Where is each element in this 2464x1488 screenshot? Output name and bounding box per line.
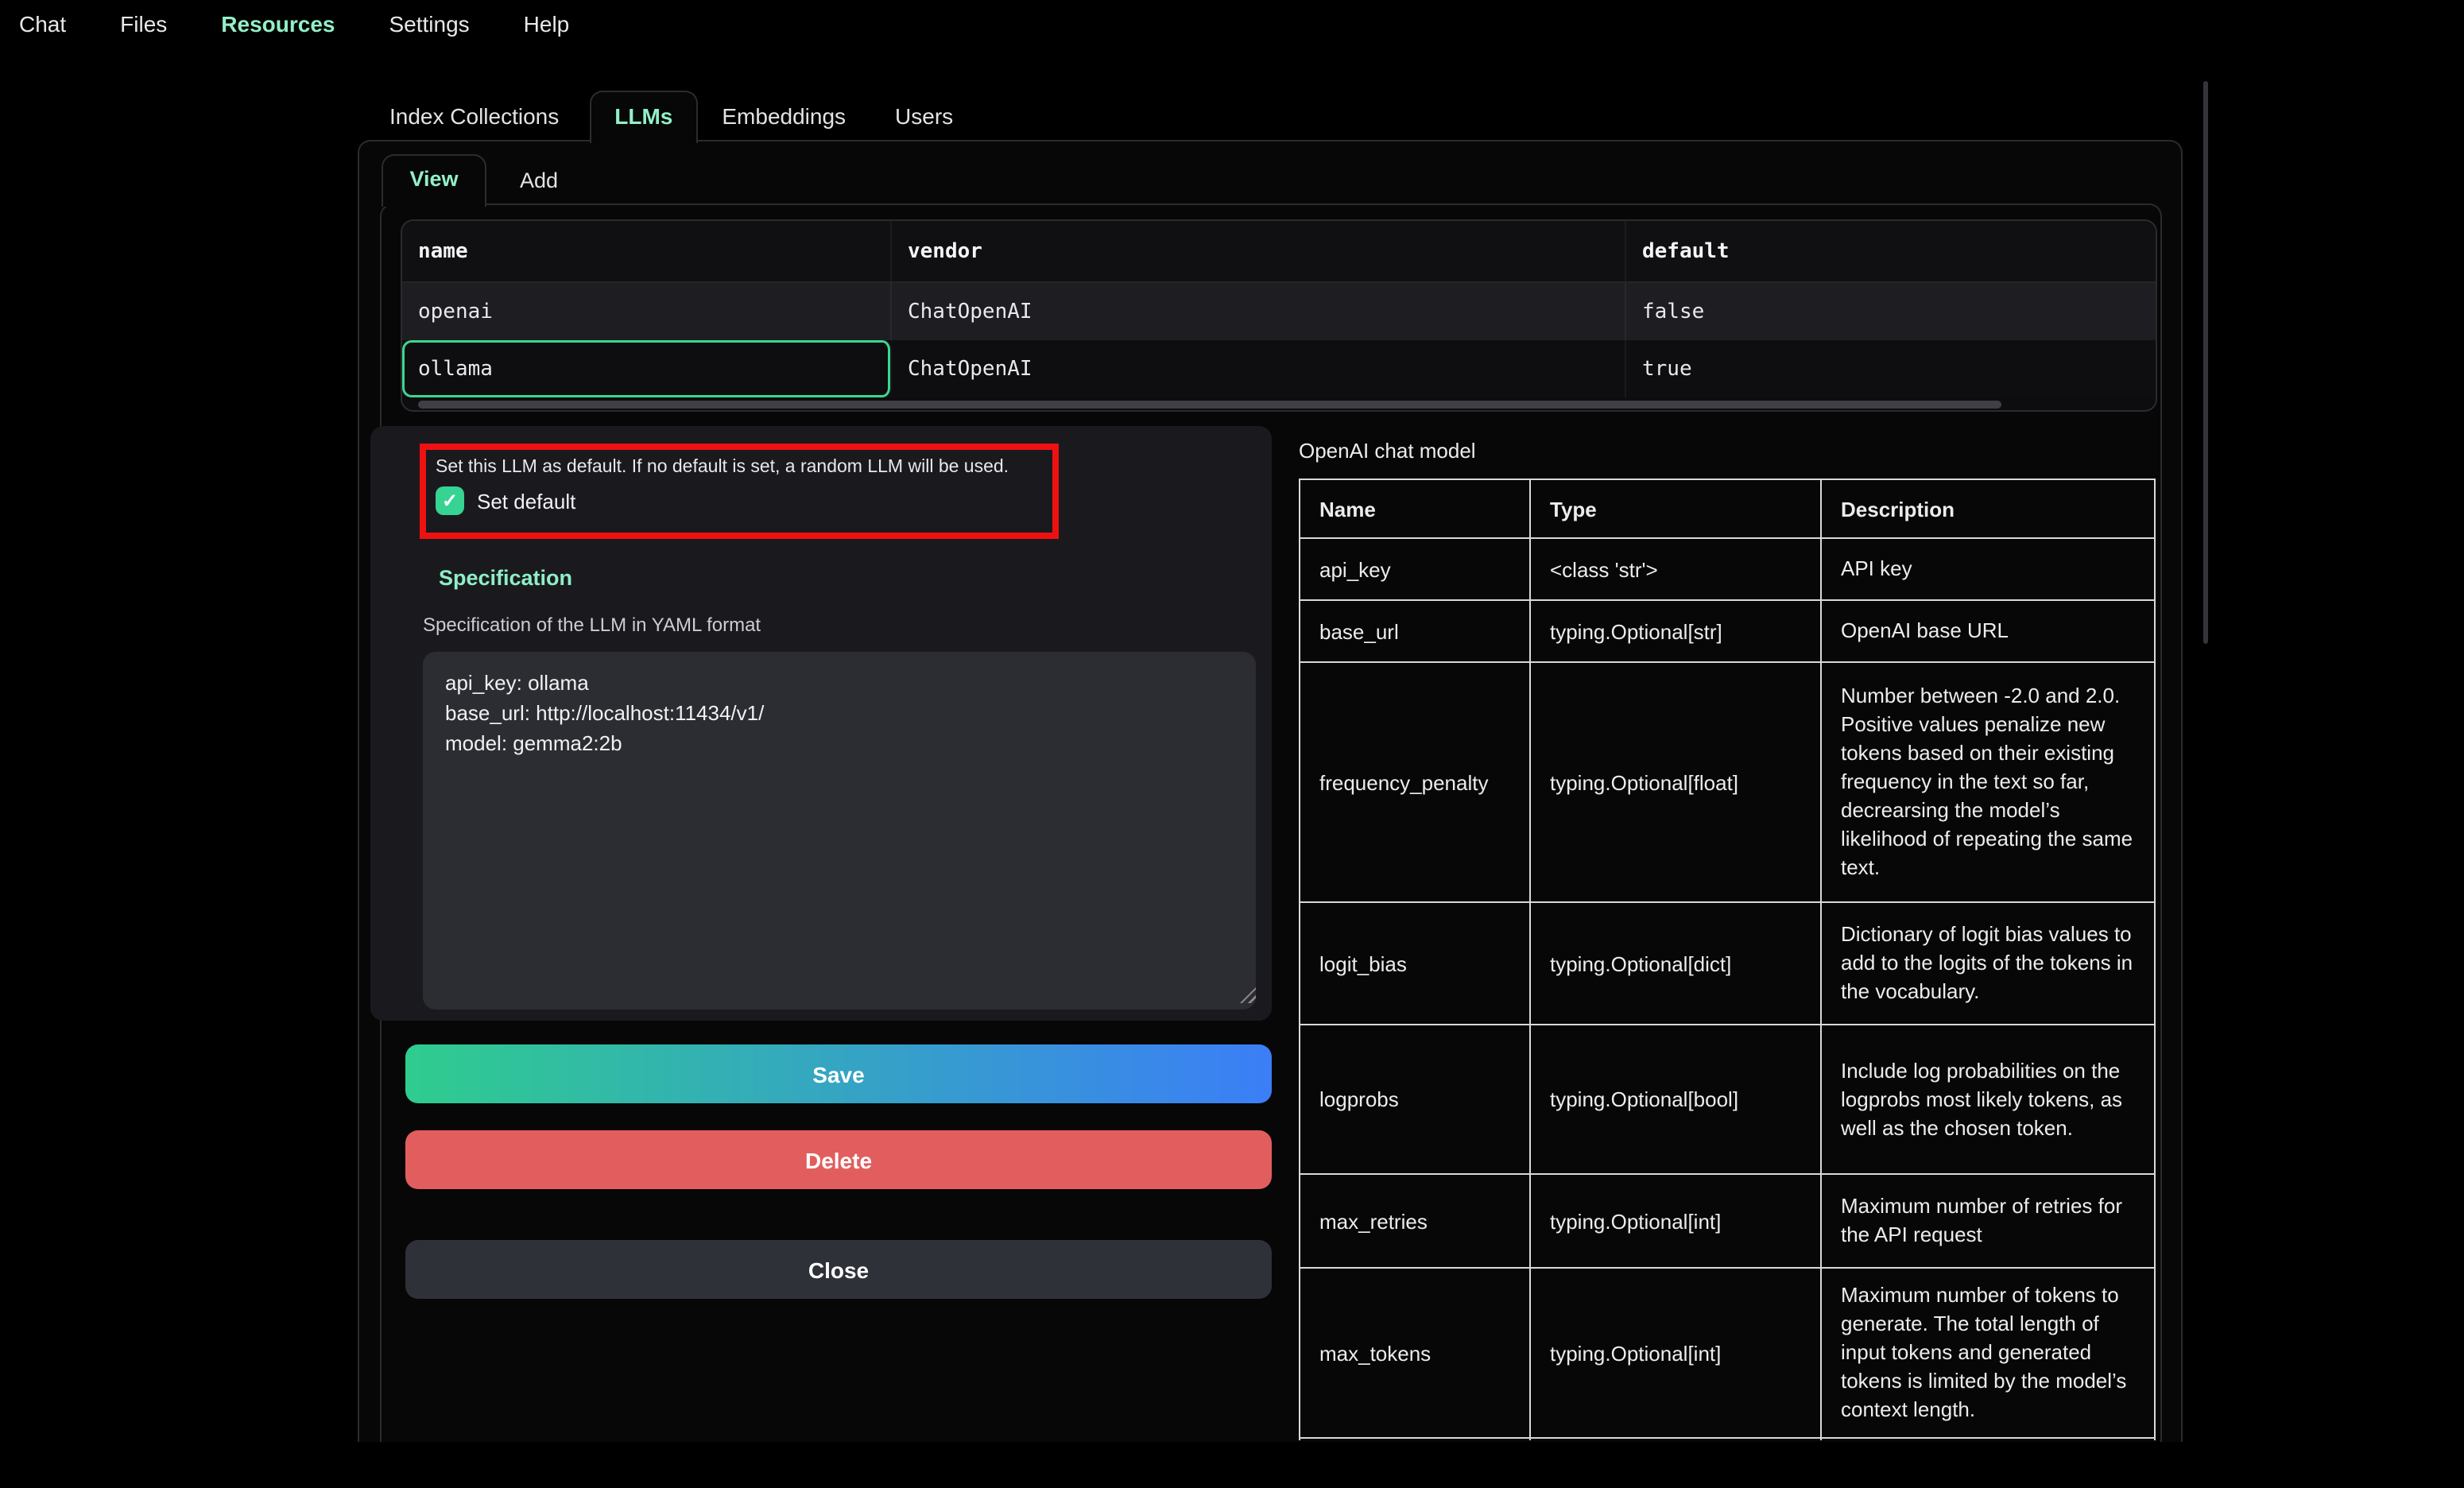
- table-row-ollama-selected[interactable]: ollama ChatOpenAI true: [402, 340, 2156, 397]
- horizontal-scrollbar[interactable]: [402, 397, 2156, 412]
- param-type: typing.Optional[dict]: [1530, 902, 1821, 1025]
- tab-add[interactable]: Add: [520, 155, 558, 204]
- set-default-note: Set this LLM as default. If no default i…: [436, 456, 1043, 479]
- param-name: max_retries: [1300, 1174, 1530, 1268]
- view-add-tabs: View Add: [382, 154, 558, 205]
- param-name: logprobs: [1300, 1025, 1530, 1174]
- set-default-row: ✓ Set default: [436, 486, 1043, 515]
- cell-name-selected[interactable]: ollama: [402, 340, 892, 397]
- param-name: api_key: [1300, 538, 1530, 600]
- param-type: typing.Optional[float]: [1530, 662, 1821, 902]
- param-description: Include log probabilities on the logprob…: [1821, 1025, 2155, 1174]
- tab-index-collections[interactable]: Index Collections: [389, 91, 559, 141]
- checkmark-icon: ✓: [442, 490, 458, 512]
- param-name: frequency_penalty: [1300, 662, 1530, 902]
- column-header-name: Name: [1300, 479, 1530, 538]
- annotation-red-box: Set this LLM as default. If no default i…: [420, 444, 1059, 539]
- horizontal-scrollbar-thumb[interactable]: [418, 401, 2001, 409]
- llm-detail-panel: Set this LLM as default. If no default i…: [370, 426, 1272, 1021]
- param-name: logit_bias: [1300, 902, 1530, 1025]
- delete-button[interactable]: Delete: [405, 1130, 1272, 1189]
- resource-tabs: Index Collections LLMs Embeddings Users: [389, 91, 953, 141]
- column-header-vendor: vendor: [892, 221, 1626, 281]
- top-nav: Chat Files Resources Settings Help: [0, 0, 569, 48]
- param-type: typing.Optional[int]: [1530, 1268, 1821, 1438]
- specification-description: Specification of the LLM in YAML format: [423, 614, 761, 636]
- param-row-logit-bias: logit_bias typing.Optional[dict] Diction…: [1300, 902, 2155, 1025]
- save-button[interactable]: Save: [405, 1044, 1272, 1103]
- tab-llms[interactable]: LLMs: [589, 90, 698, 142]
- set-default-label: Set default: [477, 489, 575, 513]
- param-type: typing.Optional[str]: [1530, 600, 1821, 662]
- vertical-scrollbar-thumb[interactable]: [2203, 81, 2208, 644]
- param-row-frequency-penalty: frequency_penalty typing.Optional[float]…: [1300, 662, 2155, 902]
- tab-embeddings[interactable]: Embeddings: [722, 91, 846, 141]
- nav-item-help[interactable]: Help: [524, 11, 570, 37]
- nav-item-settings[interactable]: Settings: [389, 11, 469, 37]
- param-table-header: Name Type Description: [1300, 479, 2155, 538]
- param-description: Dictionary of logit bias values to add t…: [1821, 902, 2155, 1025]
- param-description: Maximum number of tokens to generate. Th…: [1821, 1268, 2155, 1438]
- close-button[interactable]: Close: [405, 1240, 1272, 1299]
- nav-item-chat[interactable]: Chat: [19, 11, 66, 37]
- param-description: OpenAI base URL: [1821, 600, 2155, 662]
- param-type: typing.Optional[bool]: [1530, 1025, 1821, 1174]
- param-row-max-retries: max_retries typing.Optional[int] Maximum…: [1300, 1174, 2155, 1268]
- cell-default[interactable]: false: [1626, 283, 2156, 340]
- param-name: max_tokens: [1300, 1268, 1530, 1438]
- app-window: Chat Files Resources Settings Help Index…: [0, 0, 2464, 1488]
- param-row-max-tokens: max_tokens typing.Optional[int] Maximum …: [1300, 1268, 2155, 1438]
- column-header-name: name: [402, 221, 892, 281]
- param-type: <class 'str'>: [1530, 538, 1821, 600]
- param-table: Name Type Description api_key <class 'st…: [1299, 479, 2156, 1440]
- column-header-default: default: [1626, 221, 2156, 281]
- param-description: Number between -2.0 and 2.0. Positive va…: [1821, 662, 2155, 902]
- table-row-openai[interactable]: openai ChatOpenAI false: [402, 283, 2156, 340]
- param-name: base_url: [1300, 600, 1530, 662]
- yaml-specification-textarea[interactable]: api_key: ollama base_url: http://localho…: [423, 652, 1256, 1009]
- cell-vendor[interactable]: ChatOpenAI: [892, 340, 1626, 397]
- param-row-logprobs: logprobs typing.Optional[bool] Include l…: [1300, 1025, 2155, 1174]
- column-header-description: Description: [1821, 479, 2155, 538]
- nav-item-files[interactable]: Files: [120, 11, 167, 37]
- param-table-container: Name Type Description api_key <class 'st…: [1299, 479, 2157, 1440]
- tab-users[interactable]: Users: [895, 91, 953, 141]
- column-header-type: Type: [1530, 479, 1821, 538]
- param-description: Maximum number of retries for the API re…: [1821, 1174, 2155, 1268]
- llm-list-table: name vendor default openai ChatOpenAI fa…: [401, 219, 2157, 412]
- specification-heading: Specification: [439, 566, 572, 590]
- cell-default[interactable]: true: [1626, 340, 2156, 397]
- param-type: typing.Optional[int]: [1530, 1174, 1821, 1268]
- cell-name[interactable]: openai: [402, 283, 892, 340]
- nav-item-resources[interactable]: Resources: [221, 11, 335, 37]
- set-default-checkbox[interactable]: ✓: [436, 486, 464, 515]
- param-panel-title: OpenAI chat model: [1299, 439, 1476, 463]
- tab-view[interactable]: View: [382, 153, 486, 206]
- param-description: API key: [1821, 538, 2155, 600]
- cell-vendor[interactable]: ChatOpenAI: [892, 283, 1626, 340]
- llm-table-header: name vendor default: [402, 221, 2156, 283]
- param-row-base-url: base_url typing.Optional[str] OpenAI bas…: [1300, 600, 2155, 662]
- param-row-partial: [1300, 1438, 2155, 1440]
- param-row-api-key: api_key <class 'str'> API key: [1300, 538, 2155, 600]
